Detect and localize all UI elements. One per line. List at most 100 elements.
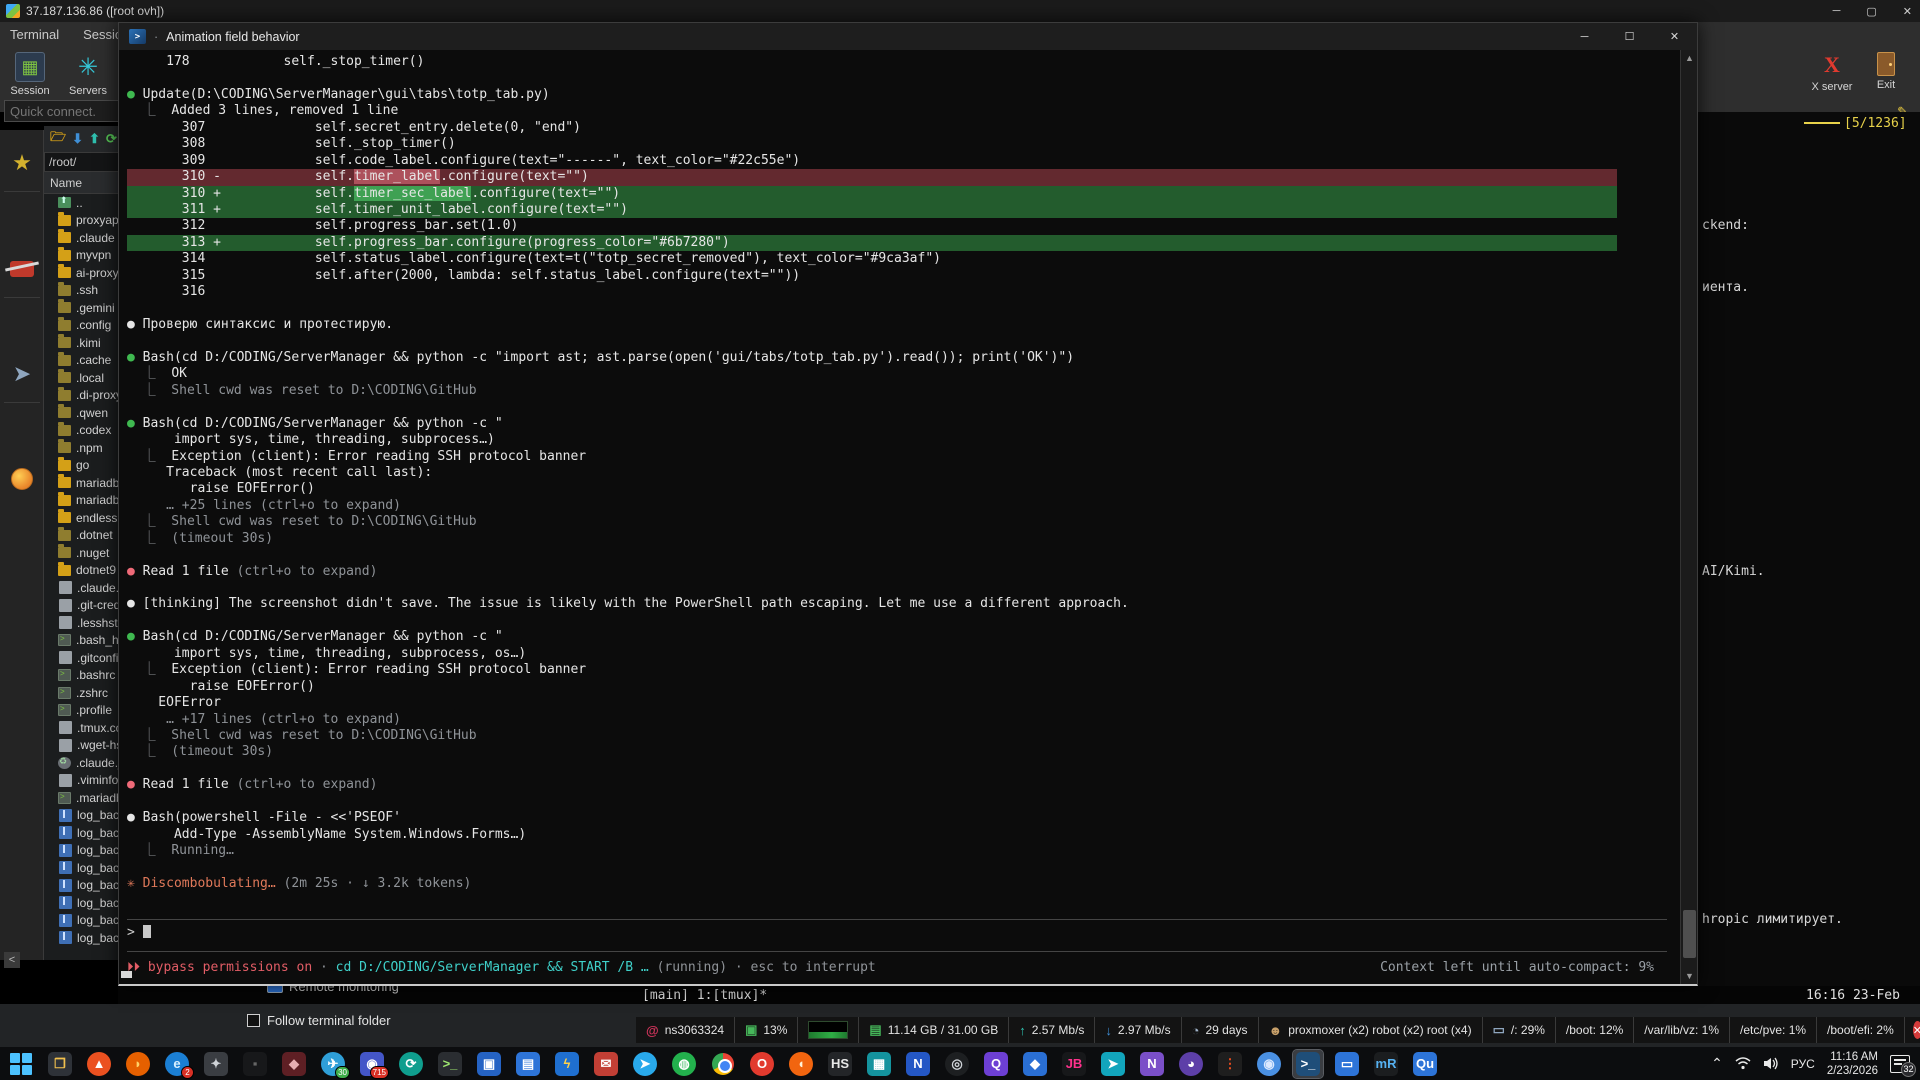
taskbar-icon-dark-utility[interactable]: ✦ (201, 1050, 231, 1078)
monitor-segment: /boot: 12% (1556, 1017, 1634, 1043)
macros-plane-icon[interactable]: ➤ (4, 345, 40, 403)
scroll-down-arrow[interactable]: ▼ (1681, 968, 1698, 984)
monitor-segment: ↑2.57 Mb/s (1009, 1017, 1095, 1043)
terminal-close-button[interactable]: ✕ (1652, 23, 1697, 50)
session-button[interactable]: ▦ Session (2, 52, 58, 97)
tools-knife-icon[interactable] (4, 240, 40, 298)
diff-line: 310 - self.timer_label.configure(text=""… (127, 169, 1617, 185)
terminal-line: ● Bash(cd D:/CODING/ServerManager && pyt… (127, 350, 1617, 366)
terminal-scrollbar[interactable]: ▲ ▼ (1680, 50, 1697, 984)
taskbar-icon-quickutmo[interactable]: Qu (1410, 1050, 1440, 1078)
servers-button[interactable]: ✳ Servers (60, 52, 116, 97)
quickutmo-icon: Qu (1413, 1052, 1437, 1076)
taskbar-icon-edge-browser[interactable]: e2 (162, 1050, 192, 1078)
taskbar-icon-blue-n-app[interactable]: N (903, 1050, 933, 1078)
terminal-line (127, 70, 1617, 86)
file-name: .ssh (76, 283, 98, 297)
language-indicator[interactable]: РУС (1791, 1057, 1815, 1071)
taskbar-icon-green-circle-app[interactable]: ◍ (669, 1050, 699, 1078)
taskbar-icon-mail-app[interactable]: ✉ (591, 1050, 621, 1078)
taskbar-icon-remote-monitor-app[interactable]: ▭ (1332, 1050, 1362, 1078)
checkbox-icon[interactable] (247, 1014, 260, 1027)
moba-maximize-button[interactable]: ▢ (1866, 5, 1876, 18)
taskbar-icon-terminal-app[interactable]: >_ (435, 1050, 465, 1078)
taskbar-icon-firefox-orange[interactable]: ◗ (123, 1050, 153, 1078)
folder-up-icon[interactable]: 🗁 (50, 128, 66, 150)
wifi-icon[interactable] (1735, 1057, 1751, 1070)
terminal-maximize-button[interactable]: ☐ (1607, 23, 1652, 50)
terminal-prompt[interactable]: > (127, 925, 151, 940)
file-icon (59, 914, 72, 927)
taskbar-icon-brave-browser[interactable]: ▲ (84, 1050, 114, 1078)
file-name: .lesshst (77, 616, 118, 630)
taskbar-icon-jetbrains[interactable]: JB (1059, 1050, 1089, 1078)
taskbar-clock[interactable]: 11:16 AM 2/23/2026 (1827, 1050, 1878, 1078)
terminal-line: ● Bash(cd D:/CODING/ServerManager && pyt… (127, 416, 1617, 432)
taskbar-icon-hs-app[interactable]: HS (825, 1050, 855, 1078)
taskbar-icon-chromium[interactable]: ◉ (1254, 1050, 1284, 1078)
windows-start-icon (10, 1053, 32, 1075)
folder-icon (58, 460, 71, 471)
scroll-up-arrow[interactable]: ▲ (1681, 50, 1698, 66)
taskbar-icon-chrome[interactable] (708, 1050, 738, 1078)
terminal-minimize-button[interactable]: ─ (1562, 23, 1607, 50)
file-name: endlessh (76, 511, 124, 525)
sidebar-scroll-left-button[interactable]: < (4, 952, 20, 968)
taskbar-icon-obs-studio[interactable]: ◎ (942, 1050, 972, 1078)
moba-minimize-button[interactable]: ─ (1833, 5, 1841, 17)
terminal-line: 314 self.status_label.configure(text=t("… (127, 251, 1617, 267)
notification-center-icon[interactable]: 32 (1890, 1055, 1910, 1073)
background-terminal-right: [5/1236]ckend:иента.AI/Kimi.hropic лимит… (1698, 112, 1920, 986)
favorites-star-icon[interactable]: ★ (4, 134, 40, 192)
file-name: .. (76, 196, 83, 210)
terminal-text-fragment: иента. (1702, 280, 1749, 295)
file-name: go (76, 458, 89, 472)
taskbar-icon-diamond-app[interactable]: ◆ (1020, 1050, 1050, 1078)
upload-icon[interactable]: ⬆ (89, 131, 100, 147)
download-icon[interactable]: ⬇ (72, 131, 83, 147)
refresh-icon[interactable]: ⟳ (106, 131, 117, 147)
exit-button[interactable]: Exit (1856, 52, 1916, 91)
taskbar-icon-powershell[interactable]: >_ (1293, 1050, 1323, 1078)
taskbar-icon-notion[interactable]: N (1137, 1050, 1167, 1078)
taskbar-icon-mremoteng[interactable]: mR (1371, 1050, 1401, 1078)
monitor-value: 29 days (1205, 1023, 1247, 1037)
taskbar-icon-media-app[interactable]: ▦ (864, 1050, 894, 1078)
taskbar-icon-sync-app[interactable]: ⟳ (396, 1050, 426, 1078)
volume-icon[interactable] (1763, 1057, 1779, 1070)
menu-terminal[interactable]: Terminal (10, 27, 59, 42)
taskbar-icon-notifier-app[interactable]: ◉715 (357, 1050, 387, 1078)
taskbar-icon-firefox[interactable]: ◖ (786, 1050, 816, 1078)
file-name: .tmux.co (77, 721, 122, 735)
folder-icon (58, 565, 71, 576)
scrollbar-thumb[interactable] (1683, 910, 1696, 958)
taskbar-icon-start[interactable] (6, 1050, 36, 1078)
moba-close-button[interactable]: ✕ (1903, 5, 1912, 18)
terminal-text-fragment: ckend: (1702, 218, 1749, 233)
tray-chevron-up-icon[interactable]: ⌃ (1711, 1055, 1723, 1072)
globe-icon[interactable] (4, 450, 40, 508)
taskbar-icon-lightning-app[interactable]: ϟ (552, 1050, 582, 1078)
corner-cursor-block (121, 971, 132, 978)
file-name: .kimi (76, 336, 101, 350)
terminal-titlebar[interactable]: > · Animation field behavior (119, 23, 1697, 50)
terminal-line: ● Read 1 file (ctrl+o to expand) (127, 777, 1617, 793)
taskbar-icon-blue-folder-app[interactable]: ▤ (513, 1050, 543, 1078)
taskbar-icon-messenger[interactable]: ✈30 (318, 1050, 348, 1078)
taskbar-icon-cyan-plane-app[interactable]: ➤ (1098, 1050, 1128, 1078)
follow-terminal-folder-checkbox[interactable]: Follow terminal folder (247, 1013, 391, 1028)
taskbar-icon-github-desktop[interactable]: ◕ (1176, 1050, 1206, 1078)
taskbar-icon-telegram[interactable]: ➤ (630, 1050, 660, 1078)
taskbar-icon-black-box-app[interactable]: ▪ (240, 1050, 270, 1078)
taskbar-icon-q-app[interactable]: Q (981, 1050, 1011, 1078)
taskbar-icon-blue-window-app[interactable]: ▣ (474, 1050, 504, 1078)
debian-icon: @ (646, 1023, 659, 1038)
file-icon (58, 197, 71, 208)
taskbar-icon-opera[interactable]: O (747, 1050, 777, 1078)
monitor-bar-close-button[interactable]: ✕ (1913, 1021, 1920, 1039)
x-server-button[interactable]: X X server (1802, 52, 1862, 93)
taskbar-icon-dark-red-app[interactable]: ◆ (279, 1050, 309, 1078)
taskbar-icon-file-explorer[interactable]: ❒ (45, 1050, 75, 1078)
folder-icon (58, 512, 71, 523)
taskbar-icon-figma[interactable]: ⋮ (1215, 1050, 1245, 1078)
